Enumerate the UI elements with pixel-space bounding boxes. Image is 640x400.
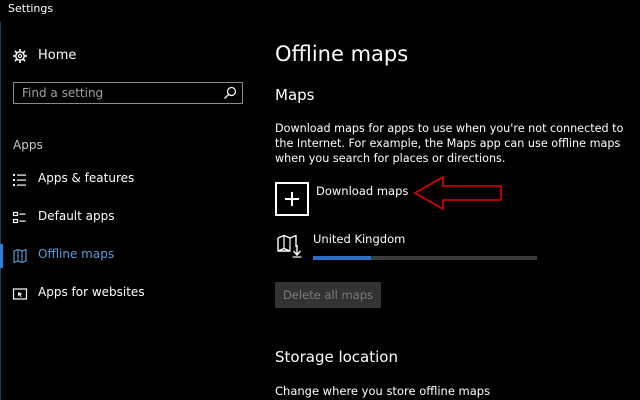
sidebar-item-label: Apps & features <box>38 171 135 185</box>
home-nav-item[interactable]: Home <box>0 46 255 68</box>
website-app-icon <box>12 288 28 300</box>
maps-heading: Maps <box>275 86 315 104</box>
sidebar-item-label: Offline maps <box>38 247 115 261</box>
sidebar-item-default-apps[interactable]: Default apps <box>0 204 255 232</box>
map-name: United Kingdom <box>313 232 406 246</box>
gear-icon <box>13 49 27 63</box>
sidebar-item-apps-for-websites[interactable]: Apps for websites <box>0 280 255 308</box>
title-bar: Settings <box>0 0 640 22</box>
download-progress-fill <box>313 256 372 260</box>
sidebar-item-offline-maps[interactable]: Offline maps <box>0 242 255 270</box>
sidebar-item-label: Default apps <box>38 209 115 223</box>
download-maps-button[interactable] <box>275 182 309 216</box>
storage-description: Change where you store offline maps <box>275 384 491 398</box>
selection-indicator <box>0 244 3 268</box>
annotation-arrow-icon <box>413 175 502 211</box>
main-content: Offline maps Maps Download maps for apps… <box>275 22 640 400</box>
sidebar: Home Apps Apps & features <box>0 22 255 400</box>
map-download-icon <box>277 234 302 258</box>
plus-icon-vertical <box>291 192 293 206</box>
sidebar-item-apps-features[interactable]: Apps & features <box>0 166 255 194</box>
search-box <box>13 82 243 104</box>
section-label-apps: Apps <box>13 138 43 152</box>
maps-description: Download maps for apps to use when you'r… <box>275 122 624 165</box>
search-icon[interactable] <box>223 86 237 100</box>
home-label: Home <box>38 48 77 63</box>
default-apps-icon <box>12 211 26 224</box>
delete-all-maps-button[interactable]: Delete all maps <box>275 282 381 308</box>
download-progress-bar <box>313 256 537 260</box>
search-input[interactable] <box>14 83 214 103</box>
map-icon <box>13 248 27 264</box>
storage-location-heading: Storage location <box>275 348 398 366</box>
settings-window: Settings Home Find a setting Apps Apps &… <box>0 0 640 400</box>
download-maps-label[interactable]: Download maps <box>316 184 408 198</box>
sidebar-item-label: Apps for websites <box>38 285 145 299</box>
window-title: Settings <box>8 2 54 15</box>
list-icon <box>13 174 26 186</box>
page-title: Offline maps <box>275 42 409 66</box>
